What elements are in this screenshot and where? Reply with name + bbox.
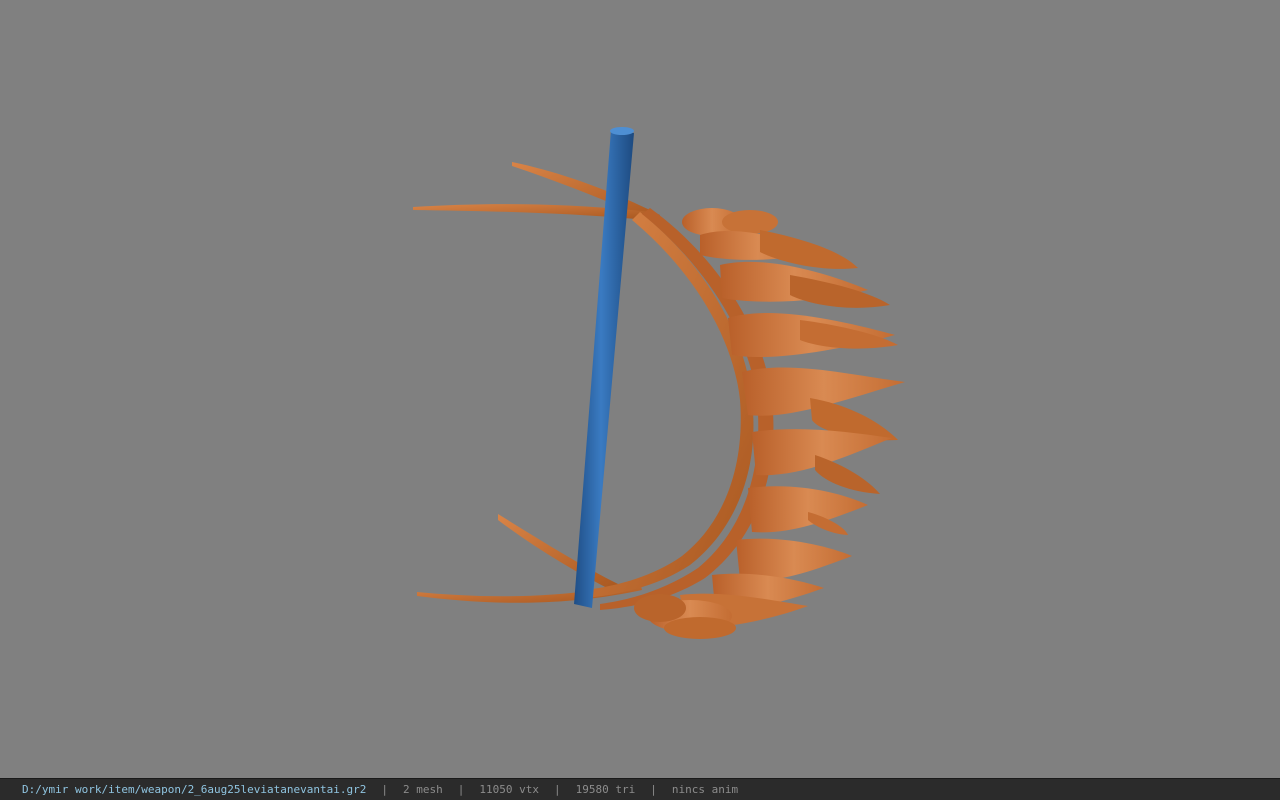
model-render [413, 127, 905, 639]
separator: | [457, 783, 465, 796]
triangle-count: 19580 tri [575, 783, 636, 796]
separator: | [553, 783, 561, 796]
file-path: D:/ymir work/item/weapon/2_6aug25leviata… [22, 783, 367, 796]
separator: | [650, 783, 657, 796]
separator: | [381, 783, 388, 796]
mesh-count: 2 mesh [403, 783, 443, 796]
vertex-count: 11050 vtx [479, 783, 539, 796]
animation-status: nincs anim [671, 783, 739, 796]
3d-viewport[interactable] [0, 0, 1280, 778]
status-bar: D:/ymir work/item/weapon/2_6aug25leviata… [0, 778, 1280, 800]
